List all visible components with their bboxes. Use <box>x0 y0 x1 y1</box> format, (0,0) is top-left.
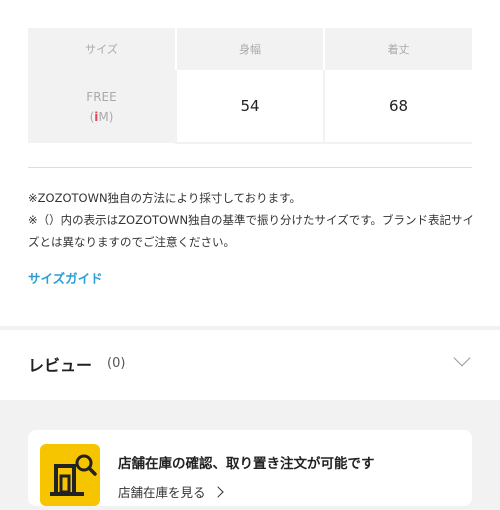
size-classification-note: ※（）内の表示はZOZOTOWN独自の基準で振り分けたサイズです。ブランド表記サ… <box>28 213 475 249</box>
table-row: FREE (iM) 54 68 <box>28 70 472 144</box>
store-stock-title: 店舗在庫の確認、取り置き注文が可能です <box>118 456 375 472</box>
chevron-right-icon <box>211 486 224 498</box>
review-title: レビュー <box>28 356 93 375</box>
width-value: 54 <box>176 70 325 144</box>
view-store-stock-label: 店舗在庫を見る <box>118 485 206 500</box>
store-search-icon <box>40 444 100 506</box>
review-count: (0) <box>107 356 126 371</box>
review-section[interactable]: レビュー (0) <box>0 330 500 400</box>
size-code-label: M <box>98 109 109 124</box>
measurement-note: ※ZOZOTOWN独自の方法により採寸しております。 <box>28 191 301 205</box>
view-store-stock-link[interactable]: 店舗在庫を見る <box>118 482 224 501</box>
size-table: サイズ 身幅 着丈 FREE (iM) 54 68 <box>28 28 472 144</box>
store-stock-banner[interactable]: 店舗在庫の確認、取り置き注文が可能です 店舗在庫を見る <box>28 430 472 506</box>
size-column-header: サイズ <box>28 28 177 70</box>
chevron-down-icon[interactable] <box>453 349 471 367</box>
store-section: 店舗在庫の確認、取り置き注文が可能です 店舗在庫を見る <box>0 406 500 506</box>
divider <box>28 167 472 168</box>
length-column-header: 着丈 <box>324 28 472 70</box>
size-cell: FREE (iM) <box>28 70 177 143</box>
length-value: 68 <box>324 70 472 144</box>
size-guide-link[interactable]: サイズガイド <box>28 268 103 287</box>
size-label: FREE <box>86 89 117 104</box>
width-column-header: 身幅 <box>176 28 325 70</box>
size-section: サイズ 身幅 着丈 FREE (iM) 54 68 ※ZOZOTOWN独自の方法… <box>0 0 500 326</box>
size-code: (iM) <box>89 109 114 124</box>
